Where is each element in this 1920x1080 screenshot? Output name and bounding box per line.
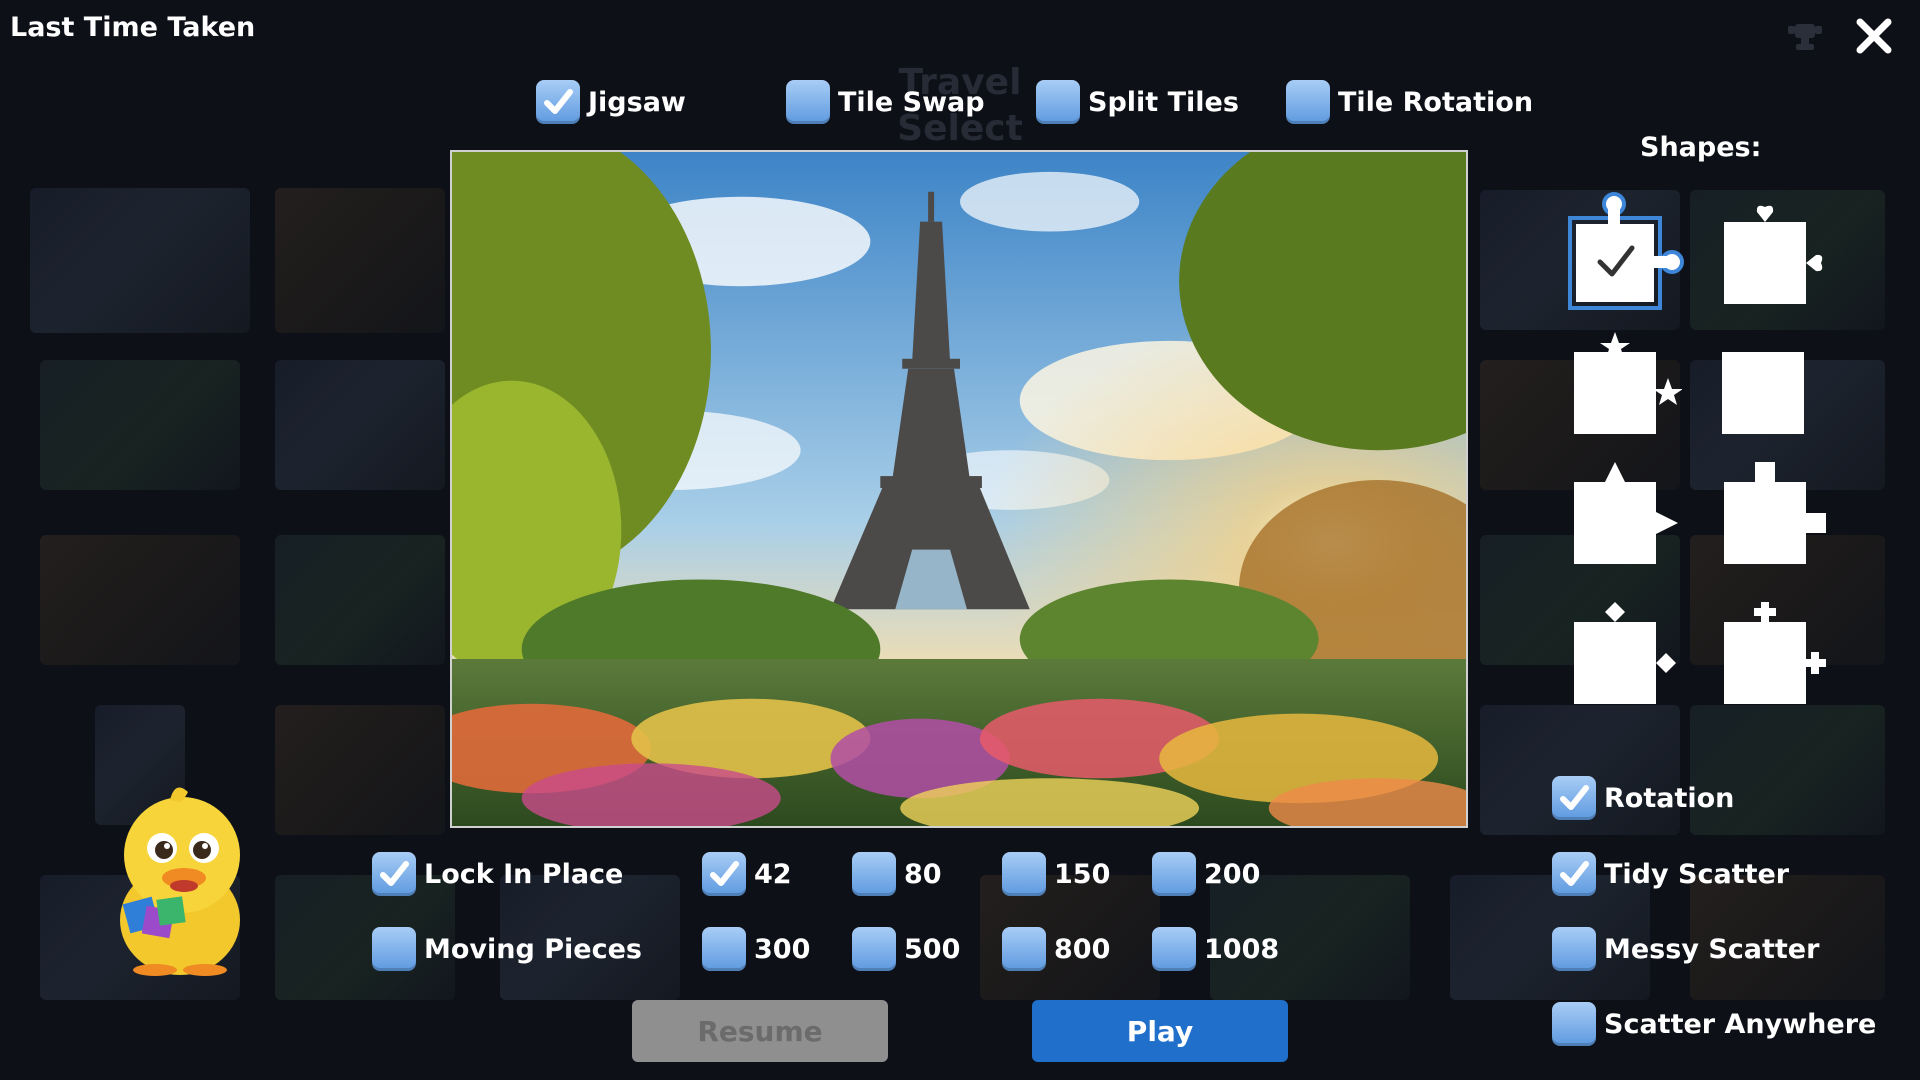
checkbox-box[interactable] bbox=[852, 852, 896, 896]
checkbox-box[interactable] bbox=[1286, 80, 1330, 124]
checkbox-box[interactable] bbox=[1552, 927, 1596, 971]
checkmark-icon bbox=[710, 861, 739, 886]
piece-count-label: 80 bbox=[904, 858, 942, 890]
checkbox-box[interactable] bbox=[702, 927, 746, 971]
shape-plain-square[interactable] bbox=[1722, 352, 1806, 440]
checkbox-box[interactable] bbox=[1002, 927, 1046, 971]
label-messy-scatter: Messy Scatter bbox=[1604, 933, 1820, 965]
play-button[interactable]: Play bbox=[1032, 1000, 1288, 1062]
checkbox-scatter-anywhere[interactable]: Scatter Anywhere bbox=[1552, 1002, 1876, 1046]
checkmark-icon bbox=[380, 861, 409, 886]
bg-thumbnail bbox=[40, 360, 240, 490]
label-moving-pieces: Moving Pieces bbox=[424, 933, 642, 965]
trophy-icon[interactable] bbox=[1788, 22, 1822, 56]
piece-count-label: 800 bbox=[1054, 933, 1111, 965]
checkmark-icon bbox=[544, 89, 573, 114]
mode-label-split-tiles: Split Tiles bbox=[1088, 86, 1239, 118]
piece-count-label: 1008 bbox=[1204, 933, 1280, 965]
checkbox-box[interactable] bbox=[1002, 852, 1046, 896]
checkbox-box[interactable] bbox=[1152, 852, 1196, 896]
checkbox-box[interactable] bbox=[372, 852, 416, 896]
checkbox-box[interactable] bbox=[1552, 776, 1596, 820]
shape-triangle-knob[interactable] bbox=[1572, 460, 1682, 574]
checkbox-box[interactable] bbox=[1152, 927, 1196, 971]
checkbox-box[interactable] bbox=[372, 927, 416, 971]
mode-label-tile-swap: Tile Swap bbox=[838, 86, 985, 118]
mode-checkbox-split-tiles[interactable]: Split Tiles bbox=[1036, 80, 1239, 124]
bg-thumbnail bbox=[275, 535, 445, 665]
mode-label-tile-rotation: Tile Rotation bbox=[1338, 86, 1534, 118]
checkbox-box[interactable] bbox=[1552, 852, 1596, 896]
checkmark-icon bbox=[1560, 861, 1589, 886]
checkbox-box[interactable] bbox=[852, 927, 896, 971]
bg-thumbnail bbox=[40, 535, 240, 665]
resume-button[interactable]: Resume bbox=[632, 1000, 888, 1062]
checkmark-icon bbox=[1560, 785, 1589, 810]
checkbox-messy-scatter[interactable]: Messy Scatter bbox=[1552, 927, 1819, 971]
piece-count-label: 150 bbox=[1054, 858, 1111, 890]
shape-heart-knob[interactable] bbox=[1722, 200, 1832, 314]
bg-thumbnail bbox=[275, 360, 445, 490]
duck-mascot-image bbox=[100, 780, 260, 984]
label-lock-in-place: Lock In Place bbox=[424, 858, 624, 890]
label-scatter-anywhere: Scatter Anywhere bbox=[1604, 1008, 1877, 1040]
bg-thumbnail bbox=[275, 188, 445, 333]
page-title: Last Time Taken bbox=[10, 12, 256, 43]
checkbox-box[interactable] bbox=[786, 80, 830, 124]
shape-square-knob[interactable] bbox=[1722, 460, 1832, 574]
checkbox-rotation[interactable]: Rotation bbox=[1552, 776, 1734, 820]
bg-thumbnail bbox=[275, 705, 445, 835]
shape-cross-knob[interactable] bbox=[1722, 600, 1832, 714]
piece-count-label: 300 bbox=[754, 933, 811, 965]
shapes-label: Shapes: bbox=[1640, 132, 1762, 163]
piece-count-500[interactable]: 500 bbox=[852, 927, 960, 971]
shape-circle-knob-selected[interactable] bbox=[1566, 190, 1686, 314]
checkbox-lock-in-place[interactable]: Lock In Place bbox=[372, 852, 623, 896]
piece-count-label: 42 bbox=[754, 858, 792, 890]
label-tidy-scatter: Tidy Scatter bbox=[1604, 858, 1790, 890]
checkbox-box[interactable] bbox=[1036, 80, 1080, 124]
bg-thumbnail bbox=[30, 188, 250, 333]
piece-count-1008[interactable]: 1008 bbox=[1152, 927, 1279, 971]
puzzle-preview-image[interactable] bbox=[450, 150, 1468, 828]
piece-count-80[interactable]: 80 bbox=[852, 852, 942, 896]
shape-diamond-knob[interactable] bbox=[1572, 600, 1682, 714]
checkbox-box[interactable] bbox=[536, 80, 580, 124]
piece-count-800[interactable]: 800 bbox=[1002, 927, 1110, 971]
piece-count-label: 500 bbox=[904, 933, 961, 965]
piece-count-label: 200 bbox=[1204, 858, 1261, 890]
checkbox-moving-pieces[interactable]: Moving Pieces bbox=[372, 927, 642, 971]
piece-count-300[interactable]: 300 bbox=[702, 927, 810, 971]
checkbox-box[interactable] bbox=[702, 852, 746, 896]
close-icon[interactable] bbox=[1854, 16, 1894, 60]
piece-count-150[interactable]: 150 bbox=[1002, 852, 1110, 896]
label-rotation: Rotation bbox=[1604, 782, 1735, 814]
piece-count-200[interactable]: 200 bbox=[1152, 852, 1260, 896]
mode-checkbox-tile-rotation[interactable]: Tile Rotation bbox=[1286, 80, 1533, 124]
piece-count-42[interactable]: 42 bbox=[702, 852, 792, 896]
checkbox-box[interactable] bbox=[1552, 1002, 1596, 1046]
shape-star-knob[interactable] bbox=[1572, 330, 1683, 444]
mode-label-jigsaw: Jigsaw bbox=[588, 86, 686, 118]
mode-checkbox-jigsaw[interactable]: Jigsaw bbox=[536, 80, 686, 124]
mode-checkbox-tile-swap[interactable]: Tile Swap bbox=[786, 80, 985, 124]
checkbox-tidy-scatter[interactable]: Tidy Scatter bbox=[1552, 852, 1789, 896]
